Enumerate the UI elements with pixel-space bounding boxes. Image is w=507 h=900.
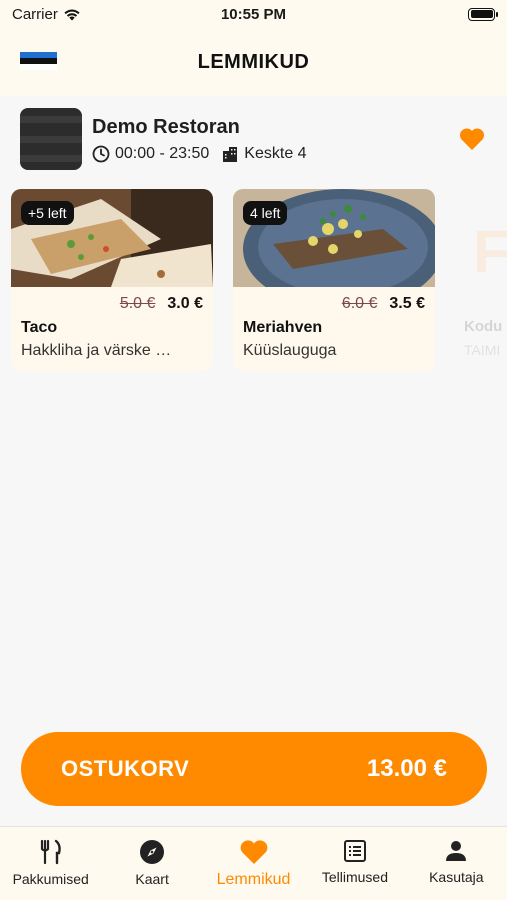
offer-card-taco[interactable]: +5 left 5.0 € 3.0 € Taco Hakkliha ja vär…	[11, 189, 213, 371]
offer-description: Küüslauguga	[243, 342, 337, 359]
tab-label: Lemmikud	[216, 871, 291, 888]
estonia-flag-icon[interactable]	[20, 52, 57, 70]
offer-description: Hakkliha ja värske …	[21, 342, 172, 359]
restaurant-logo	[20, 108, 82, 170]
tab-label: Kaart	[135, 871, 169, 887]
heart-icon	[459, 128, 485, 150]
app-header: LEMMIKUD	[0, 28, 507, 96]
heart-icon	[240, 840, 267, 864]
tab-label: Pakkumised	[12, 871, 89, 887]
tab-label: Kasutaja	[429, 869, 484, 885]
restaurant-meta: 00:00 - 23:50 Keskte 4	[92, 145, 457, 163]
favorites-content: Demo Restoran 00:00 - 23:50 Keskte 4 +5 …	[0, 96, 507, 728]
list-icon	[343, 840, 366, 862]
compass-icon	[140, 840, 165, 864]
restaurant-name: Demo Restoran	[92, 115, 240, 138]
new-price: 3.0 €	[167, 295, 203, 312]
offer-list: +5 left 5.0 € 3.0 € Taco Hakkliha ja vär…	[11, 189, 435, 371]
stock-badge: +5 left	[21, 201, 74, 225]
restaurant-hours: 00:00 - 23:50	[115, 144, 210, 162]
battery-icon	[468, 7, 498, 21]
tab-kasutaja[interactable]: Kasutaja	[406, 827, 507, 900]
offer-image-taco: +5 left	[11, 189, 213, 287]
offer-image-meriahven: 4 left	[233, 189, 435, 287]
fork-knife-icon	[40, 839, 61, 865]
wifi-icon	[64, 9, 80, 20]
partial-offer-logo: F	[473, 218, 507, 285]
tab-pakkumised[interactable]: Pakkumised	[0, 827, 101, 900]
tab-bar: Pakkumised Kaart Lemmikud Tellimused Kas…	[0, 826, 507, 900]
price-row: 6.0 € 3.5 €	[243, 295, 425, 313]
offer-name: Meriahven	[243, 319, 323, 336]
cart-button[interactable]: OSTUKORV 13.00 €	[21, 732, 487, 806]
offer-card-meriahven[interactable]: 4 left 6.0 € 3.5 € Meriahven Küüslauguga	[233, 189, 435, 371]
user-icon	[446, 841, 467, 861]
old-price: 6.0 €	[341, 295, 378, 312]
carrier-group: Carrier	[12, 6, 81, 23]
carrier-label: Carrier	[12, 5, 58, 23]
stock-badge: 4 left	[243, 201, 288, 225]
new-price: 3.5 €	[389, 295, 425, 312]
tab-lemmikud[interactable]: Lemmikud	[203, 827, 304, 900]
restaurant-info: Demo Restoran 00:00 - 23:50 Keskte 4	[92, 116, 457, 163]
offer-name: Taco	[21, 319, 58, 336]
old-price: 5.0 €	[119, 295, 156, 312]
favorite-toggle-button[interactable]	[457, 124, 487, 154]
offer-card-partial[interactable]: F Kodu TAIMI	[453, 189, 507, 371]
building-icon	[223, 146, 238, 162]
status-bar: Carrier 10:55 PM	[0, 0, 507, 28]
cart-total: 13.00 €	[366, 755, 447, 782]
restaurant-address: Keskte 4	[244, 144, 307, 162]
tab-tellimused[interactable]: Tellimused	[304, 827, 405, 900]
price-row: 5.0 € 3.0 €	[21, 295, 203, 313]
partial-offer-name: Kodu	[464, 318, 503, 335]
restaurant-row[interactable]: Demo Restoran 00:00 - 23:50 Keskte 4	[20, 108, 487, 170]
page-title: LEMMIKUD	[197, 50, 310, 73]
tab-label: Tellimused	[321, 869, 388, 885]
cart-label: OSTUKORV	[61, 756, 190, 781]
tab-kaart[interactable]: Kaart	[101, 827, 202, 900]
clock-icon	[92, 145, 110, 162]
partial-offer-description: TAIMI	[464, 342, 501, 358]
